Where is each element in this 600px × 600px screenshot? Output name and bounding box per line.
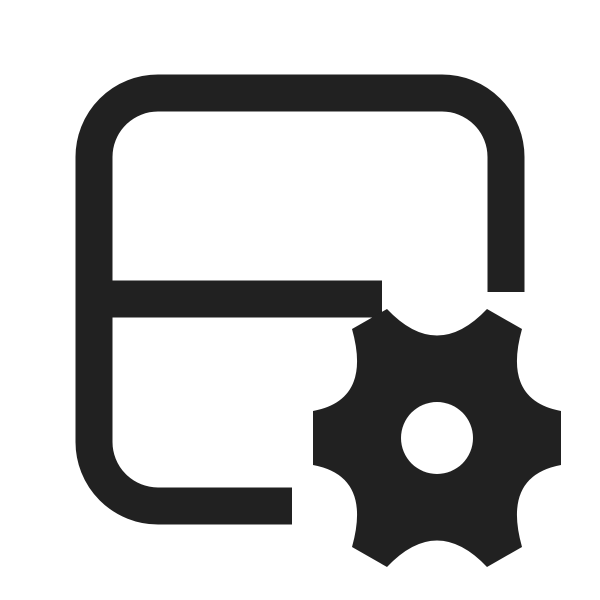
- gear-center-hole: [401, 402, 473, 474]
- gear-icon: [313, 309, 561, 567]
- icon-canvas: [0, 0, 600, 600]
- table-settings-icon: [75, 74, 561, 567]
